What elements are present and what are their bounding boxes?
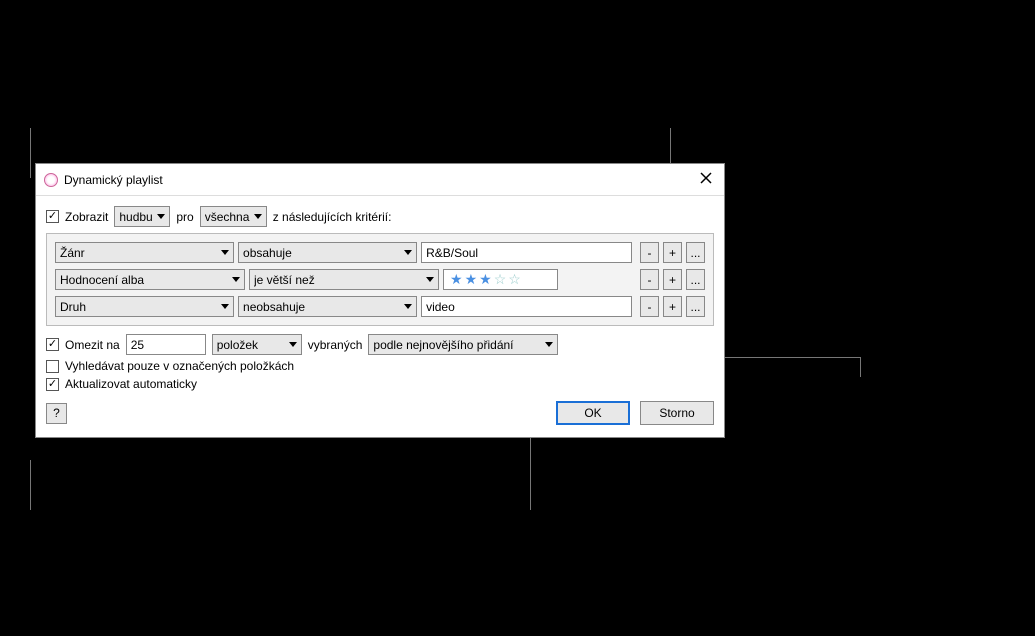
media-select[interactable]: hudbu <box>114 206 170 227</box>
show-label: Zobrazit <box>65 210 108 224</box>
rule-row: Hodnocení alba je větší než ★ ★ ★ ☆ ☆ - … <box>55 269 705 290</box>
titlebar: Dynamický playlist <box>36 164 724 196</box>
star-icon: ★ <box>450 271 463 288</box>
only-checked-row: Vyhledávat pouze v označených položkách <box>46 359 714 373</box>
smart-playlist-dialog: Dynamický playlist Zobrazit hudbu pro vš… <box>35 163 725 438</box>
close-icon <box>700 172 712 184</box>
live-update-row: Aktualizovat automaticky <box>46 377 714 391</box>
rule-operator-select[interactable]: je větší než <box>249 269 439 290</box>
add-rule-button[interactable]: + <box>663 296 682 317</box>
for-label: pro <box>176 210 193 224</box>
limit-value-input[interactable] <box>126 334 206 355</box>
rule-stars-input[interactable]: ★ ★ ★ ☆ ☆ <box>443 269 558 290</box>
add-rule-button[interactable]: + <box>663 269 682 290</box>
rule-value-input[interactable] <box>421 242 632 263</box>
star-icon: ★ <box>465 271 478 288</box>
selected-label: vybraných <box>308 338 363 352</box>
dialog-footer: ? OK Storno <box>46 401 714 425</box>
callout-line <box>30 460 31 510</box>
following-label: z následujících kritérií: <box>273 210 392 224</box>
rule-field-select[interactable]: Druh <box>55 296 234 317</box>
close-button[interactable] <box>696 170 716 189</box>
add-rule-button[interactable]: + <box>663 242 682 263</box>
cancel-button[interactable]: Storno <box>640 401 714 425</box>
limit-unit-select[interactable]: položek <box>212 334 302 355</box>
app-icon <box>44 173 58 187</box>
live-update-label: Aktualizovat automaticky <box>65 377 197 391</box>
rule-operator-select[interactable]: obsahuje <box>238 242 417 263</box>
rule-field-select[interactable]: Hodnocení alba <box>55 269 245 290</box>
limit-row: Omezit na položek vybraných podle nejnov… <box>46 334 714 355</box>
callout-line <box>860 357 861 377</box>
remove-rule-button[interactable]: - <box>640 242 659 263</box>
star-empty-icon: ☆ <box>494 271 507 288</box>
ok-button[interactable]: OK <box>556 401 630 425</box>
nest-rule-button[interactable]: ... <box>686 269 705 290</box>
nest-rule-button[interactable]: ... <box>686 242 705 263</box>
rules-container: Žánr obsahuje - + ... Hodnocení alba je … <box>46 233 714 326</box>
window-title: Dynamický playlist <box>64 173 163 187</box>
limit-checkbox[interactable] <box>46 338 59 351</box>
live-update-checkbox[interactable] <box>46 378 59 391</box>
help-button[interactable]: ? <box>46 403 67 424</box>
only-checked-checkbox[interactable] <box>46 360 59 373</box>
limit-label: Omezit na <box>65 338 120 352</box>
limit-by-select[interactable]: podle nejnovějšího přidání <box>368 334 558 355</box>
match-row: Zobrazit hudbu pro všechna z následující… <box>46 206 714 227</box>
match-checkbox[interactable] <box>46 210 59 223</box>
remove-rule-button[interactable]: - <box>640 296 659 317</box>
rule-operator-select[interactable]: neobsahuje <box>238 296 417 317</box>
star-icon: ★ <box>479 271 492 288</box>
rule-field-select[interactable]: Žánr <box>55 242 234 263</box>
remove-rule-button[interactable]: - <box>640 269 659 290</box>
only-checked-label: Vyhledávat pouze v označených položkách <box>65 359 294 373</box>
rule-value-input[interactable] <box>421 296 632 317</box>
callout-line <box>30 128 31 178</box>
star-empty-icon: ☆ <box>508 271 521 288</box>
match-mode-select[interactable]: všechna <box>200 206 267 227</box>
nest-rule-button[interactable]: ... <box>686 296 705 317</box>
rule-row: Žánr obsahuje - + ... <box>55 242 705 263</box>
rule-row: Druh neobsahuje - + ... <box>55 296 705 317</box>
